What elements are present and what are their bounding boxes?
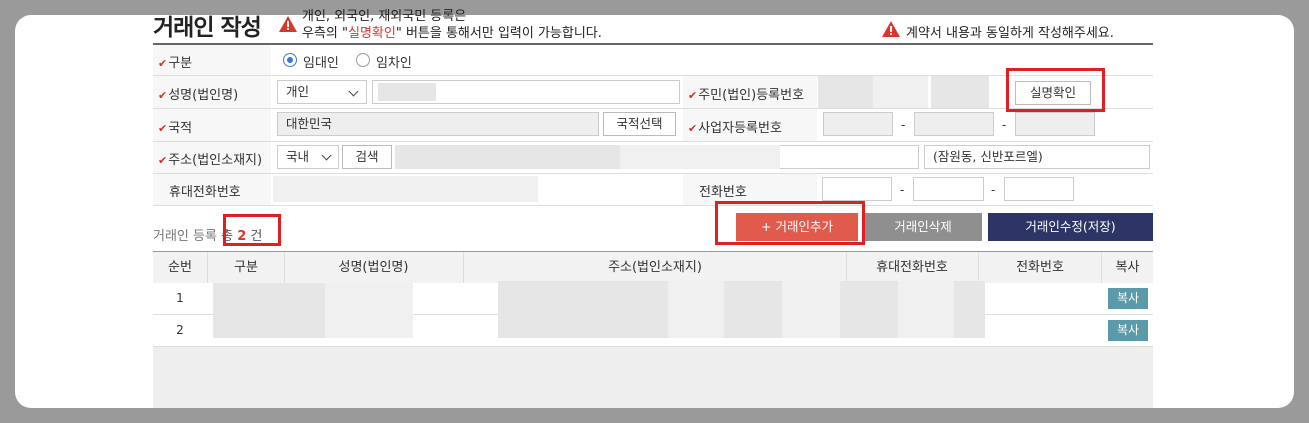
redacted-block: [498, 281, 668, 338]
required-check-icon: ✔: [158, 122, 168, 135]
bizno-input-3: [1015, 112, 1095, 136]
highlight-box-add: [715, 201, 865, 245]
radio-landlord-label: 임대인: [303, 56, 339, 71]
form-row-type: ✔구분 임대인 임차인: [153, 45, 1153, 76]
form-row-phone: 휴대전화번호 전화번호 - -: [153, 174, 1153, 206]
redacted-block: [395, 145, 620, 169]
warning-icon: [882, 21, 900, 37]
phone-input-3[interactable]: [1004, 177, 1074, 201]
col-no: 순번: [168, 260, 192, 275]
address-search-button[interactable]: 검색: [342, 145, 392, 169]
required-check-icon: ✔: [688, 122, 698, 135]
redacted-block: [620, 145, 780, 169]
nationality-select-button[interactable]: 국적선택: [603, 112, 676, 136]
col-mobile: 휴대전화번호: [876, 260, 948, 275]
redacted-block: [840, 281, 898, 338]
redacted-block: [782, 281, 840, 338]
redacted-block: [213, 283, 325, 338]
dash: -: [901, 118, 906, 132]
dash: -: [1002, 118, 1007, 132]
page-title: 거래인 작성: [153, 15, 262, 41]
bizno-input-1: [823, 112, 893, 136]
form-row-name: ✔성명(법인명) 개인 ✔주민(법인)등록번호 실명확인: [153, 76, 1153, 109]
highlight-box-count: [223, 214, 281, 246]
redacted-block: [954, 281, 985, 338]
form-row-nationality: ✔국적 대한민국 국적선택 ✔사업자등록번호 - -: [153, 109, 1153, 142]
table-header: 순번 구분 성명(법인명) 주소(법인소재지) 휴대전화번호 전화번호 복사: [153, 251, 1153, 284]
dash: -: [900, 183, 905, 197]
required-check-icon: ✔: [158, 89, 168, 102]
radio-tenant-label: 임차인: [376, 56, 412, 71]
highlight-box-verify: [1006, 68, 1105, 112]
copy-button[interactable]: 복사: [1108, 288, 1148, 309]
required-check-icon: ✔: [158, 57, 168, 70]
notice-text: 개인, 외국인, 재외국민 등록은 우측의 "실명확인" 버튼을 통해서만 입력…: [302, 8, 602, 42]
redacted-block: [378, 83, 436, 101]
table-empty-area: [153, 347, 1153, 408]
address-label: ✔주소(법인소재지): [158, 153, 263, 168]
id-label: ✔주민(법인)등록번호: [688, 88, 805, 103]
col-copy: 복사: [1115, 260, 1140, 275]
bizno-input-2: [914, 112, 994, 136]
form-row-address: ✔주소(법인소재지) 국내 검색 (잠원동, 신반포르엘): [153, 142, 1153, 174]
notice-right: 계약서 내용과 동일하게 작성해주세요.: [906, 26, 1114, 41]
redacted-block: [818, 76, 873, 108]
redacted-block: [898, 281, 954, 338]
notice-highlight: 실명확인: [348, 26, 396, 41]
address-detail-input[interactable]: (잠원동, 신반포르엘): [924, 145, 1150, 169]
col-address: 주소(법인소재지): [608, 260, 702, 275]
save-trader-button[interactable]: 거래인수정(저장): [988, 213, 1153, 241]
redacted-block: [325, 283, 413, 338]
redacted-block: [668, 281, 724, 338]
name-label: ✔성명(법인명): [158, 88, 239, 103]
mobile-label: 휴대전화번호: [169, 185, 241, 200]
col-type: 구분: [234, 260, 258, 275]
radio-landlord[interactable]: [283, 53, 297, 67]
col-name: 성명(법인명): [338, 260, 409, 275]
warning-icon: [279, 16, 297, 32]
redacted-block: [873, 76, 928, 108]
notice-line-2: 우측의 "실명확인" 버튼을 통해서만 입력이 가능합니다.: [302, 26, 602, 41]
delete-trader-button[interactable]: 거래인삭제: [864, 213, 982, 241]
col-phone: 전화번호: [1016, 260, 1064, 275]
redacted-block: [931, 76, 989, 108]
nationality-input: 대한민국: [277, 112, 599, 136]
phone-input-2[interactable]: [913, 177, 984, 201]
copy-button[interactable]: 복사: [1108, 320, 1148, 341]
nationality-label: ✔국적: [158, 121, 193, 136]
phone-input-1[interactable]: [822, 177, 892, 201]
radio-tenant[interactable]: [356, 53, 370, 67]
redacted-block: [724, 281, 782, 338]
type-label: ✔구분: [158, 56, 193, 71]
redacted-block: [273, 176, 538, 202]
notice-line-1: 개인, 외국인, 재외국민 등록은: [302, 9, 467, 24]
row-number: 1: [176, 291, 184, 305]
required-check-icon: ✔: [688, 89, 698, 102]
row-number: 2: [176, 323, 184, 337]
dash: -: [991, 183, 996, 197]
required-check-icon: ✔: [158, 154, 168, 167]
phone-label: 전화번호: [699, 185, 747, 200]
bizno-label: ✔사업자등록번호: [688, 121, 782, 136]
